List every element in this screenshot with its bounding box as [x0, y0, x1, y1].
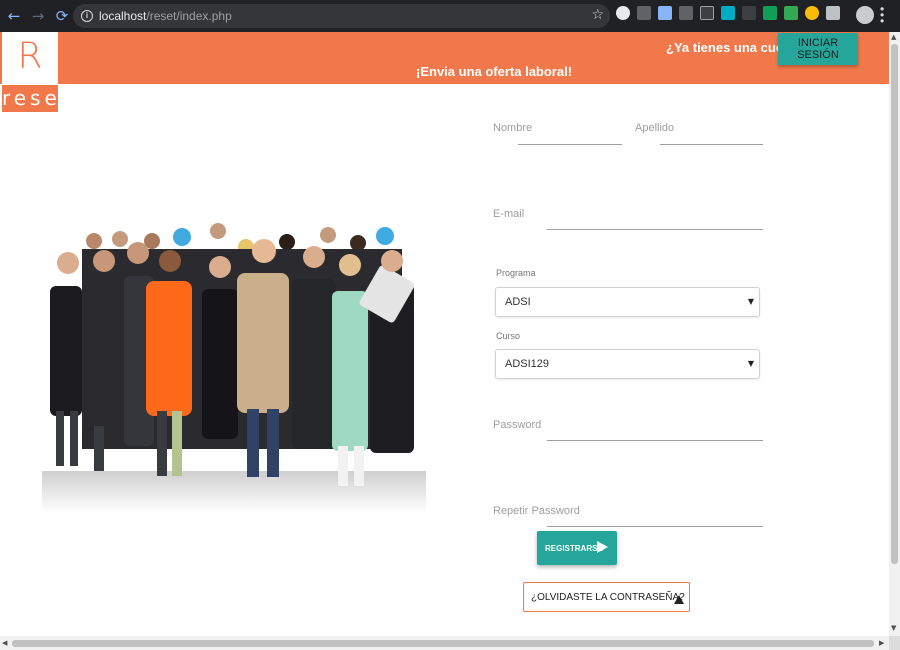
vertical-scroll-thumb[interactable] [891, 44, 898, 564]
address-bar[interactable]: i localhost/reset/index.php ☆ [73, 4, 610, 28]
first-name-input[interactable] [518, 144, 622, 145]
camera-extension-icon[interactable] [742, 6, 756, 20]
vertical-scrollbar[interactable]: ▲ ▼ [889, 32, 900, 636]
logo-band: reset [2, 85, 73, 112]
forward-icon[interactable]: → [28, 6, 48, 26]
url-text[interactable]: localhost/reset/index.php [99, 9, 232, 23]
horizontal-scrollbar[interactable]: ◀ ▶ [0, 636, 889, 650]
chevron-down-icon: ▼ [747, 359, 754, 368]
last-name-input[interactable] [660, 144, 763, 145]
password-input[interactable] [547, 440, 763, 441]
url-path: /reset/index.php [146, 9, 232, 23]
password-label: Password [493, 419, 542, 431]
chevron-down-icon: ▼ [747, 297, 754, 306]
back-icon[interactable]: ← [4, 6, 24, 26]
program-label: Programa [496, 268, 536, 278]
scroll-right-icon[interactable]: ▶ [879, 639, 884, 647]
logo-text: reset [2, 86, 73, 110]
logo-letter: R [17, 36, 43, 77]
battery-extension-icon[interactable] [763, 6, 777, 20]
color-extension-icon[interactable] [805, 6, 819, 20]
brand-logo[interactable]: R reset [2, 32, 73, 112]
email-label: E-mail [493, 208, 525, 220]
program-select[interactable]: ADSI ▼ [495, 287, 760, 317]
warning-icon [674, 595, 684, 604]
scroll-up-icon[interactable]: ▲ [891, 33, 896, 41]
browser-menu-icon[interactable]: • • • [880, 3, 884, 27]
info-icon[interactable]: i [81, 10, 93, 22]
document-extension-icon[interactable] [658, 6, 672, 20]
floor-reflection [42, 471, 426, 513]
screenshot-extension-icon[interactable] [700, 6, 714, 20]
gear-extension-icon[interactable] [616, 6, 630, 20]
scrollbar-corner [889, 636, 900, 650]
profile-avatar-icon[interactable] [856, 6, 874, 24]
flag-extension-icon[interactable] [721, 6, 735, 20]
forgot-password-label: ¿OLVIDASTE LA CONTRASEÑA? [531, 591, 685, 603]
web-page: ¿Ya tienes una cuenta? INICIAR SESIÓN ¡E… [0, 32, 889, 636]
horizontal-scroll-thumb[interactable] [12, 640, 874, 647]
login-button[interactable]: INICIAR SESIÓN [778, 33, 858, 65]
scroll-down-icon[interactable]: ▼ [891, 624, 896, 632]
course-selected-value: ADSI129 [505, 358, 550, 370]
browser-toolbar: ← → ⟳ i localhost/reset/index.php ☆ • • • [0, 0, 900, 32]
scroll-left-icon[interactable]: ◀ [2, 639, 7, 647]
url-host: localhost [99, 9, 147, 23]
program-selected-value: ADSI [505, 296, 531, 308]
bookmark-star-icon[interactable]: ☆ [591, 7, 604, 23]
repeat-password-input[interactable] [547, 526, 763, 527]
extension-icons [616, 6, 847, 20]
course-select[interactable]: ADSI129 ▼ [495, 349, 760, 379]
email-input[interactable] [547, 229, 763, 230]
chart-extension-icon[interactable] [784, 6, 798, 20]
vue-extension-icon[interactable] [826, 6, 840, 20]
register-button[interactable]: REGISTRARSE [537, 531, 617, 565]
last-name-label: Apellido [635, 122, 675, 134]
pen-extension-icon[interactable] [637, 6, 651, 20]
forgot-password-button[interactable]: ¿OLVIDASTE LA CONTRASEÑA? [523, 582, 690, 612]
repeat-password-label: Repetir Password [493, 505, 580, 517]
team-photo [42, 223, 426, 513]
first-name-label: Nombre [493, 122, 533, 134]
download-extension-icon[interactable] [679, 6, 693, 20]
reload-icon[interactable]: ⟳ [52, 6, 72, 26]
top-navbar: ¿Ya tienes una cuenta? INICIAR SESIÓN ¡E… [0, 32, 889, 84]
front-row-people [50, 265, 415, 453]
register-button-label: REGISTRARSE [545, 543, 603, 553]
course-label: Curso [496, 331, 521, 341]
job-offer-link[interactable]: ¡Envia una oferta laboral! [416, 64, 572, 79]
send-icon [597, 541, 608, 553]
